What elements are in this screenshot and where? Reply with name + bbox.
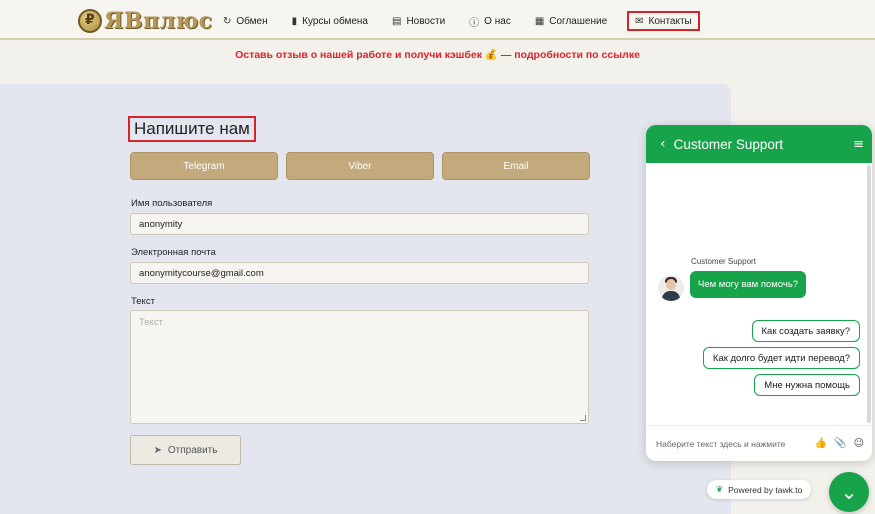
info-icon: ⓘ xyxy=(469,17,480,29)
nav-item-rates[interactable]: ▮ Курсы обмена xyxy=(288,11,372,31)
news-icon: ▤ xyxy=(392,15,402,27)
nav-item-about[interactable]: ⓘ О нас xyxy=(465,11,515,31)
nav-item-contacts[interactable]: ✉ Контакты xyxy=(627,11,700,31)
nav-item-news[interactable]: ▤ Новости xyxy=(388,11,449,31)
nav-item-agreement[interactable]: ▦ Соглашение xyxy=(531,11,611,31)
chat-widget: ‹ Customer Support ≡ Customer Support Че… xyxy=(646,125,872,461)
email-button[interactable]: Email xyxy=(442,152,590,180)
chat-toggle-button[interactable]: ⌄ xyxy=(829,472,869,512)
site-logo[interactable]: ЯВплюс xyxy=(78,8,213,34)
email-input[interactable]: anonymitycourse@gmail.com xyxy=(130,262,589,284)
chat-input-bar: Наберите текст здесь и нажмите 👍 📎 ☺ xyxy=(646,425,872,461)
document-icon: ▦ xyxy=(534,15,545,27)
powered-by-badge[interactable]: ❦ Powered by tawk.to xyxy=(707,480,812,499)
viber-button[interactable]: Viber xyxy=(286,152,434,180)
chat-message-input[interactable]: Наберите текст здесь и нажмите xyxy=(656,439,808,449)
submit-button[interactable]: ➤ Отправить xyxy=(130,435,241,465)
username-label: Имя пользователя xyxy=(131,198,213,209)
resize-grip-icon[interactable] xyxy=(580,415,586,421)
contact-form-panel xyxy=(0,84,731,514)
text-label: Текст xyxy=(131,296,155,307)
username-input[interactable]: anonymity xyxy=(130,213,589,235)
chevron-down-icon: ⌄ xyxy=(840,480,858,504)
mail-icon: ✉ xyxy=(635,15,644,27)
agent-avatar xyxy=(658,275,684,301)
logo-text: ЯВплюс xyxy=(104,8,213,34)
nav-item-exchange[interactable]: ↻ Обмен xyxy=(219,11,272,31)
chat-title: Customer Support xyxy=(673,136,784,152)
refresh-icon: ↻ xyxy=(223,15,232,27)
quick-reply-need-help[interactable]: Мне нужна помощь xyxy=(754,374,860,396)
menu-icon[interactable]: ≡ xyxy=(853,137,864,152)
thumbs-up-icon[interactable]: 👍 xyxy=(815,438,827,449)
message-placeholder: Текст xyxy=(139,317,163,328)
cashback-promo-link[interactable]: Оставь отзыв о нашей работе и получи кэш… xyxy=(0,48,875,61)
paper-plane-icon: ➤ xyxy=(153,444,162,456)
quick-reply-create-order[interactable]: Как создать заявку? xyxy=(751,320,860,342)
emoji-icon[interactable]: ☺ xyxy=(854,438,864,449)
contact-channel-tabs: Telegram Viber Email xyxy=(130,152,590,180)
quick-reply-transfer-time[interactable]: Как долго будет идти перевод? xyxy=(702,347,860,369)
coin-logo-icon xyxy=(78,9,102,33)
email-label: Электронная почта xyxy=(131,247,216,258)
message-textarea[interactable]: Текст xyxy=(130,310,589,424)
chat-header: ‹ Customer Support ≡ xyxy=(646,125,872,163)
telegram-button[interactable]: Telegram xyxy=(130,152,278,180)
form-title: Напишите нам xyxy=(128,116,256,142)
chevron-left-icon[interactable]: ‹ xyxy=(660,136,666,152)
tawk-leaf-icon: ❦ xyxy=(716,484,724,495)
bar-chart-icon: ▮ xyxy=(291,15,298,27)
agent-message-bubble: Чем могу вам помочь? xyxy=(690,271,807,298)
site-header: ЯВплюс ↻Обмен ▮Курсы обмена ▤Новости ⓘО … xyxy=(0,0,875,40)
agent-name: Customer Support xyxy=(691,257,756,266)
paperclip-icon[interactable]: 📎 xyxy=(834,438,846,449)
main-nav: ↻ Обмен ▮ Курсы обмена ▤ Новости ⓘ О нас ▦ Со… xyxy=(219,11,700,31)
chat-scrollbar[interactable] xyxy=(867,165,871,423)
